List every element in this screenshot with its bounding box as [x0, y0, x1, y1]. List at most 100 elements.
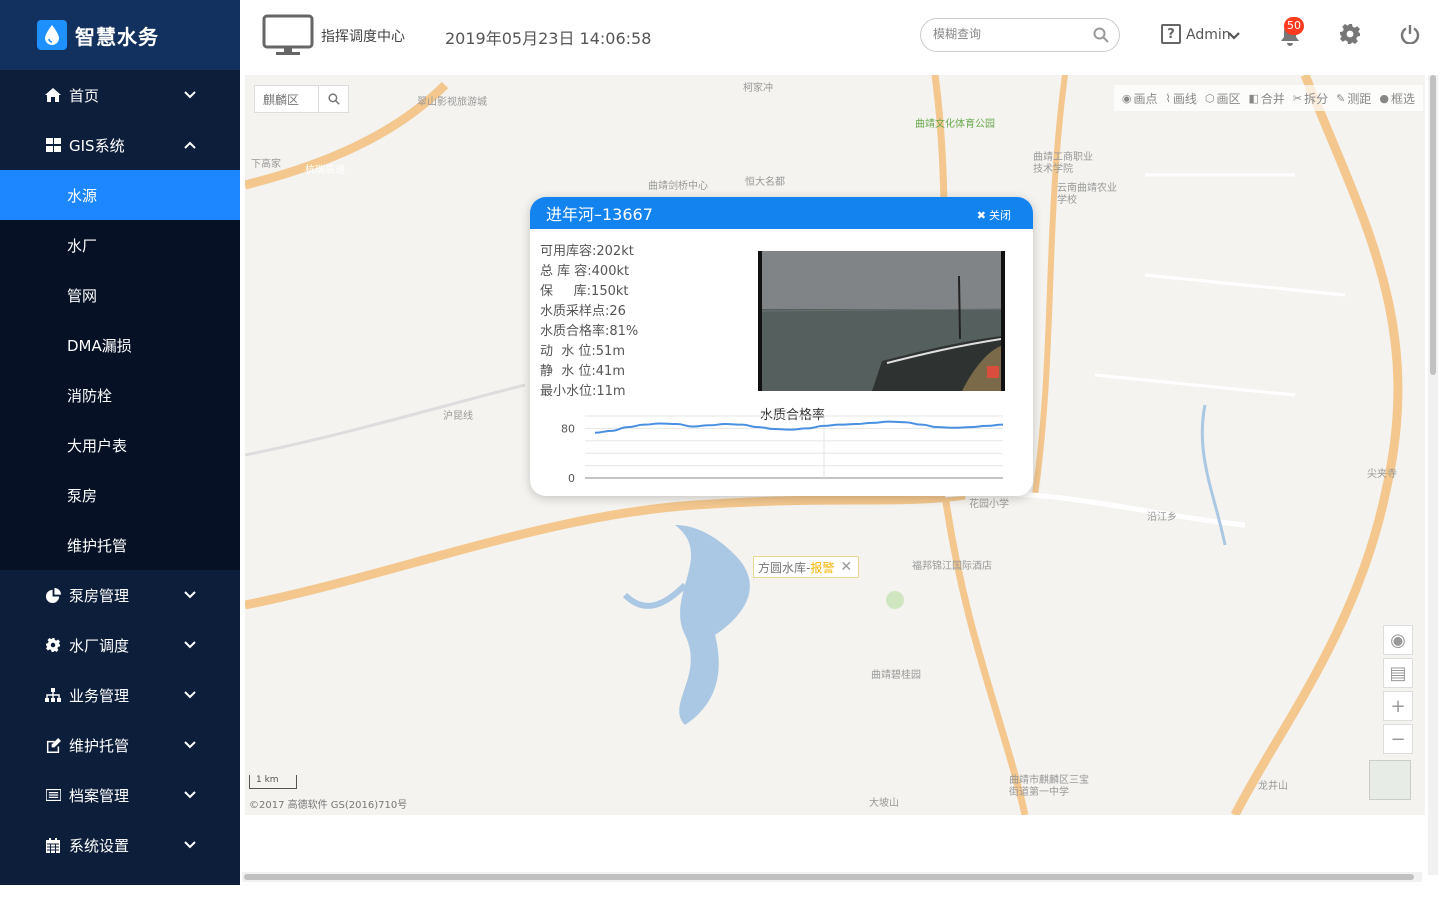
map-label: 曲靖工商职业技术学院: [1033, 152, 1093, 175]
chevron-down-icon: [184, 91, 196, 99]
submenu-item-pump-room[interactable]: 泵房: [0, 470, 240, 520]
nav-label: GIS系统: [69, 136, 125, 155]
nav-home[interactable]: 首页: [0, 70, 240, 120]
gis-submenu: 水源 水厂 管网 DMA漏损 消防栓 大用户表 泵房 维护托管: [0, 170, 240, 570]
brand: 智慧水务: [0, 0, 240, 70]
search-icon[interactable]: [1093, 27, 1109, 43]
chart-series-line: [594, 420, 1004, 434]
nav-maintenance[interactable]: 维护托管: [0, 720, 240, 770]
sidebar: 智慧水务 首页 GIS系统 水源 水厂 管网 DMA漏损 消防栓 大用户表 泵房…: [0, 0, 240, 885]
map-label: 曲靖市麒麟区三宝街道第一中学: [1009, 775, 1089, 798]
info-row: 水质采样点:26: [540, 304, 626, 319]
user-menu[interactable]: Admin: [1186, 27, 1231, 43]
submenu-item-dma-leakage[interactable]: DMA漏损: [0, 320, 240, 370]
info-list: 可用库容:202kt 总 库 容:400kt 保 库:150kt 水质采样点:2…: [540, 242, 638, 402]
nav-business-management[interactable]: 业务管理: [0, 670, 240, 720]
horizontal-scrollbar-thumb[interactable]: [244, 874, 1414, 880]
chevron-down-icon: [184, 841, 196, 849]
help-icon[interactable]: ?: [1161, 24, 1181, 44]
tool-draw-point[interactable]: ◉ 画点: [1122, 90, 1158, 107]
info-row: 动 水 位:51m: [540, 344, 625, 359]
nav-plant-dispatch[interactable]: 水厂调度: [0, 620, 240, 670]
map-copyright: ©2017 高德软件 GS(2016)710号: [249, 800, 408, 811]
submenu-item-water-source[interactable]: 水源: [0, 170, 240, 220]
map-label: 福邦锦江国际酒店: [912, 561, 992, 572]
grid-icon: [45, 137, 61, 153]
tool-merge[interactable]: ◧ 合并: [1248, 90, 1284, 107]
map-label: 曲靖文化体育公园: [915, 119, 995, 130]
nav-archive-management[interactable]: 档案管理: [0, 770, 240, 820]
tool-box-select[interactable]: ● 框选: [1379, 90, 1415, 107]
settings-gear-icon[interactable]: [1340, 24, 1360, 44]
current-datetime: 2019年05月23日 14:06:58: [445, 29, 652, 48]
nav-label: 业务管理: [69, 686, 130, 705]
nav-pump-management[interactable]: 泵房管理: [0, 570, 240, 620]
district-select[interactable]: 麒麟区: [254, 85, 349, 113]
vertical-scrollbar-thumb[interactable]: [1430, 75, 1436, 375]
y-tick-label: 80: [561, 422, 575, 435]
submenu-item-large-meter[interactable]: 大用户表: [0, 420, 240, 470]
zoom-out-icon[interactable]: −: [1383, 724, 1413, 754]
reservoir-marker[interactable]: 方圆水库- 报警 ✕: [753, 556, 860, 578]
submenu-item-water-plant[interactable]: 水厂: [0, 220, 240, 270]
pin-icon: ◉: [1121, 91, 1132, 105]
chart-y-ticks: 80 0: [561, 422, 575, 485]
info-row: 最小水位:11m: [540, 384, 626, 399]
map-label: 杭瑞高速: [305, 165, 345, 176]
search-input[interactable]: [933, 27, 1083, 41]
nav-label: 系统设置: [69, 836, 130, 855]
nav-label: 首页: [69, 86, 100, 105]
tool-draw-line[interactable]: ⌇ 画线: [1165, 90, 1196, 107]
popup-close-button[interactable]: ✖ 关闭: [977, 207, 1011, 223]
area-icon: ⬡: [1204, 91, 1215, 105]
map-label: 曲靖剑桥中心: [648, 181, 708, 192]
power-icon[interactable]: [1400, 24, 1420, 44]
info-row: 保 库:150kt: [540, 284, 629, 299]
chevron-down-icon: [184, 641, 196, 649]
map-label: 花园小学: [969, 499, 1009, 510]
popup-title: 进年河–13667: [546, 205, 653, 224]
search-icon[interactable]: [318, 86, 348, 112]
zoom-in-icon[interactable]: +: [1383, 691, 1413, 721]
horizontal-scrollbar[interactable]: [242, 872, 1422, 882]
split-icon: ✂: [1292, 91, 1303, 105]
select-icon: ●: [1379, 91, 1389, 105]
map-label: 大坡山: [869, 798, 899, 809]
info-row: 总 库 容:400kt: [540, 264, 630, 279]
chevron-down-icon: [184, 691, 196, 699]
search-box: [920, 18, 1120, 52]
pie-chart-icon: [45, 587, 61, 603]
water-quality-chart: 80 0: [561, 415, 1004, 485]
tool-split[interactable]: ✂ 拆分: [1293, 90, 1328, 107]
marker-name: 方圆水库-: [758, 560, 811, 575]
eye-icon[interactable]: ◉: [1383, 625, 1413, 655]
submenu-item-maintenance[interactable]: 维护托管: [0, 520, 240, 570]
info-row: 静 水 位:41m: [540, 364, 625, 379]
gear-icon: [45, 637, 61, 653]
submenu-item-fire-hydrant[interactable]: 消防栓: [0, 370, 240, 420]
save-icon[interactable]: ▤: [1383, 658, 1413, 688]
tool-draw-area[interactable]: ⬡ 画区: [1205, 90, 1241, 107]
close-icon[interactable]: ✕: [840, 559, 852, 575]
chevron-down-icon[interactable]: [1228, 31, 1240, 41]
submenu-item-pipe-network[interactable]: 管网: [0, 270, 240, 320]
tool-measure[interactable]: ✎ 测距: [1336, 90, 1371, 107]
water-drop-icon: [37, 20, 67, 50]
nav-system-settings[interactable]: 系统设置: [0, 820, 240, 870]
map-label: 沿江乡: [1147, 512, 1177, 523]
ruler-icon: ✎: [1336, 91, 1346, 105]
y-tick-label: 0: [568, 472, 575, 485]
edit-icon: [45, 737, 61, 753]
nav-label: 档案管理: [69, 786, 130, 805]
list-icon: [45, 787, 61, 803]
vertical-scrollbar[interactable]: [1428, 75, 1438, 875]
reservoir-photo: [758, 251, 1005, 391]
line-icon: ⌇: [1165, 91, 1171, 105]
nav-gis[interactable]: GIS系统: [0, 120, 240, 170]
map-label: 龙井山: [1258, 781, 1288, 792]
close-icon: ✖: [976, 208, 986, 222]
map-label: 尖夹寺: [1367, 469, 1397, 480]
map-label: 沪昆线: [443, 411, 473, 422]
map-label: 下高家: [251, 159, 281, 170]
overview-map[interactable]: [1369, 760, 1411, 800]
